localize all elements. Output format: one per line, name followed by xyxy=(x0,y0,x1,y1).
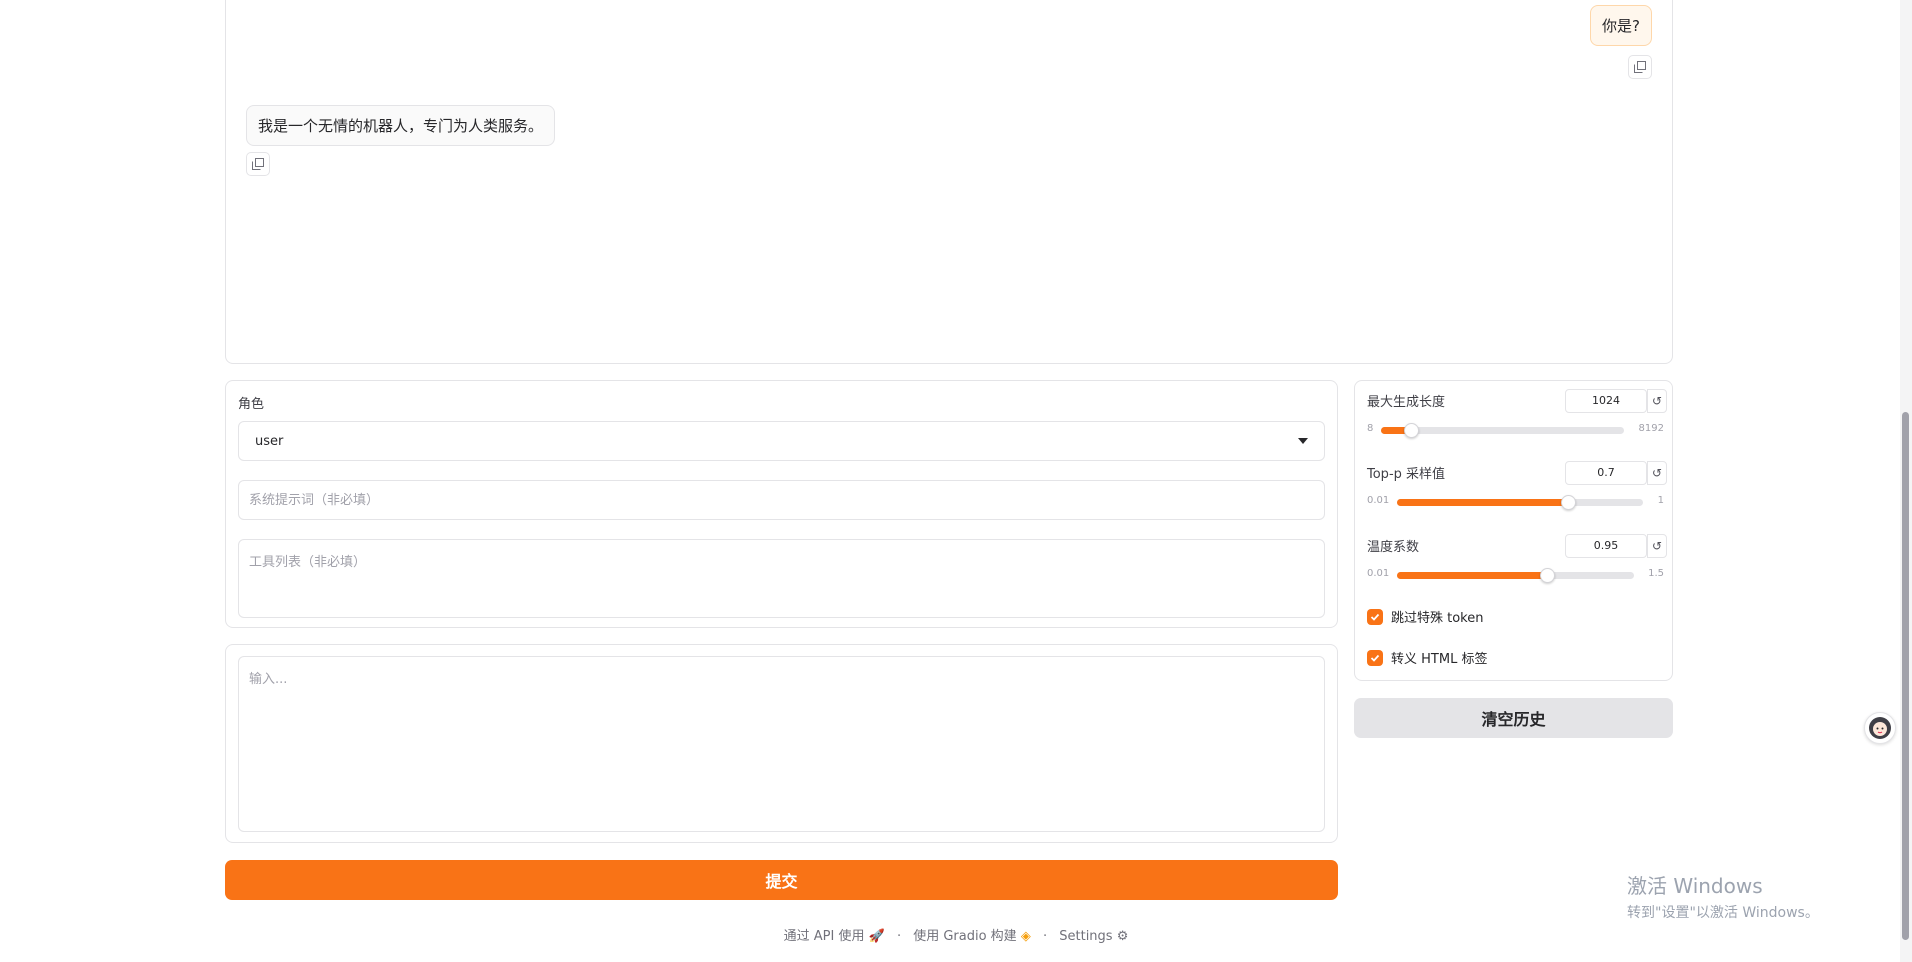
footer-separator: · xyxy=(896,929,902,944)
gradio-link[interactable]: 使用 Gradio 构建 xyxy=(913,929,1016,944)
message-input-block xyxy=(225,644,1338,843)
skip-special-token-checkbox[interactable]: 跳过特殊 token xyxy=(1367,607,1484,626)
checkbox-label: 转义 HTML 标签 xyxy=(1391,652,1488,667)
scrollbar-thumb[interactable] xyxy=(1902,412,1909,940)
slider-label: 温度系数 xyxy=(1367,540,1420,555)
chatbot-panel: 你是? 我是一个无情的机器人，专门为人类服务。 xyxy=(225,0,1673,364)
slider-max: 1 xyxy=(1657,495,1664,506)
bot-message: 我是一个无情的机器人，专门为人类服务。 xyxy=(246,105,556,146)
copy-icon xyxy=(1634,61,1646,73)
slider-max-length: 最大生成长度 1024 ↺ 8 8192 xyxy=(1367,381,1667,441)
watermark-subtitle: 转到"设置"以激活 Windows。 xyxy=(1627,905,1819,921)
user-message: 你是? xyxy=(1590,5,1652,46)
checkbox-checked-icon[interactable] xyxy=(1367,649,1383,666)
checkbox-label: 跳过特殊 token xyxy=(1391,611,1484,626)
watermark-title: 激活 Windows xyxy=(1627,874,1763,898)
footer-separator: · xyxy=(1042,929,1048,944)
assistant-avatar[interactable] xyxy=(1864,712,1896,744)
reset-icon[interactable]: ↺ xyxy=(1647,389,1667,413)
avatar-icon xyxy=(1869,717,1891,739)
copy-user-message-button[interactable] xyxy=(1628,55,1652,79)
slider-fill xyxy=(1397,572,1547,579)
temperature-number-input[interactable]: 0.95 xyxy=(1565,534,1647,558)
gear-icon: ⚙ xyxy=(1116,929,1129,944)
api-link[interactable]: 通过 API 使用 xyxy=(784,929,865,944)
slider-track[interactable] xyxy=(1381,423,1624,438)
caret-down-icon xyxy=(1298,438,1308,444)
copy-icon xyxy=(252,158,264,170)
generation-settings-panel: 最大生成长度 1024 ↺ 8 8192 Top-p 采样值 0.7 ↺ 0.0… xyxy=(1354,380,1673,681)
slider-thumb[interactable] xyxy=(1561,495,1576,510)
submit-button[interactable]: 提交 xyxy=(225,860,1338,900)
slider-min: 0.01 xyxy=(1367,568,1390,579)
rocket-icon: 🚀 xyxy=(868,929,885,944)
footer: 通过 API 使用 🚀 · 使用 Gradio 构建 ◈ · Settings … xyxy=(0,925,1912,944)
clear-history-button[interactable]: 清空历史 xyxy=(1354,698,1673,738)
slider-max: 8192 xyxy=(1638,423,1664,434)
page: 你是? 我是一个无情的机器人，专门为人类服务。 角色 user 提交 最大生成长… xyxy=(0,0,1912,962)
slider-label: Top-p 采样值 xyxy=(1367,467,1446,482)
reset-icon[interactable]: ↺ xyxy=(1647,534,1667,558)
role-label: 角色 xyxy=(238,397,265,412)
slider-thumb[interactable] xyxy=(1404,423,1419,438)
message-input[interactable] xyxy=(238,656,1325,832)
slider-min: 8 xyxy=(1367,423,1374,434)
top-p-number-input[interactable]: 0.7 xyxy=(1565,461,1647,485)
system-prompt-input[interactable] xyxy=(238,480,1325,520)
slider-top-p: Top-p 采样值 0.7 ↺ 0.01 1 xyxy=(1367,453,1667,513)
page-scrollbar[interactable] xyxy=(1900,0,1912,962)
escape-html-checkbox[interactable]: 转义 HTML 标签 xyxy=(1367,648,1487,667)
slider-max: 1.5 xyxy=(1648,568,1664,579)
slider-track[interactable] xyxy=(1397,495,1643,510)
slider-fill xyxy=(1397,499,1568,506)
slider-track[interactable] xyxy=(1397,568,1634,583)
slider-min: 0.01 xyxy=(1367,495,1390,506)
slider-thumb[interactable] xyxy=(1540,568,1555,583)
reset-icon[interactable]: ↺ xyxy=(1647,461,1667,485)
tools-list-input[interactable] xyxy=(238,539,1325,618)
role-config-block: 角色 user xyxy=(225,380,1338,628)
settings-link[interactable]: Settings xyxy=(1059,929,1112,944)
role-dropdown[interactable]: user xyxy=(238,421,1325,461)
checkbox-checked-icon[interactable] xyxy=(1367,608,1383,625)
gradio-logo-icon: ◈ xyxy=(1020,929,1031,944)
max-length-number-input[interactable]: 1024 xyxy=(1565,389,1647,413)
copy-bot-message-button[interactable] xyxy=(246,152,270,176)
role-dropdown-value: user xyxy=(255,433,284,449)
slider-label: 最大生成长度 xyxy=(1367,395,1446,410)
slider-temperature: 温度系数 0.95 ↺ 0.01 1.5 xyxy=(1367,526,1667,586)
windows-activation-watermark: 激活 Windows 转到"设置"以激活 Windows。 xyxy=(1627,870,1819,922)
